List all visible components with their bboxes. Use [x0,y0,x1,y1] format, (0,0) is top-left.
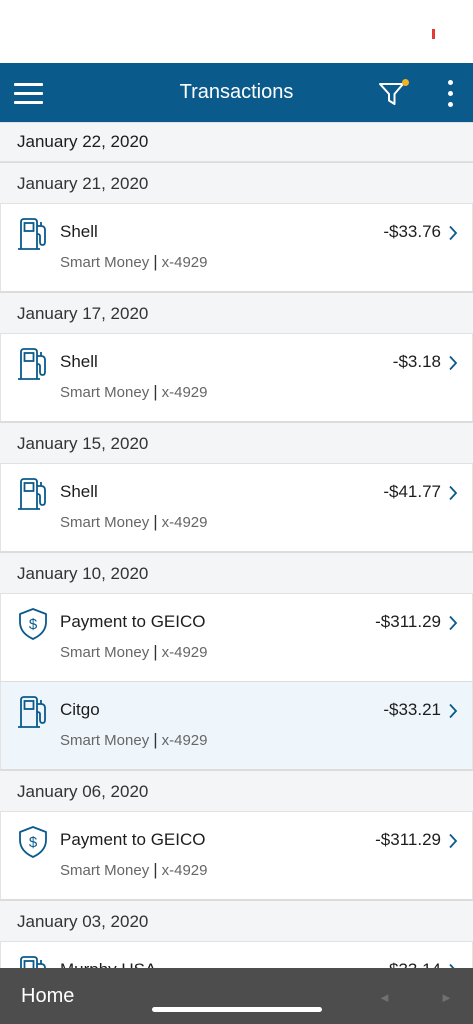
shield-dollar-icon: $ [17,825,49,859]
svg-text:$: $ [29,834,38,851]
account-name: Smart Money [60,862,150,879]
app-bar: Transactions [0,63,473,122]
status-bar [0,0,473,63]
bottom-nav-bar: Home ◄ ► [0,968,473,1024]
chevron-right-icon[interactable] [448,485,458,501]
account-info: Smart Money | x-4929 [60,642,208,662]
separator: | [153,860,158,879]
nav-back-icon[interactable]: ◄ [378,990,391,1005]
transaction-row[interactable]: Citgo Smart Money | x-4929 -$33.21 [0,682,473,770]
transaction-amount: -$311.29 [375,612,441,631]
chevron-right-icon[interactable] [448,833,458,849]
transaction-amount: -$33.76 [383,222,441,241]
account-info: Smart Money | x-4929 [60,860,208,880]
chevron-right-icon[interactable] [448,355,458,371]
transaction-row[interactable]: Murphy USASmart Money|x-4929-$33.14 [0,942,473,968]
card-number: x-4929 [161,862,208,879]
transaction-amount: -$311.29 [375,830,441,849]
merchant-name: Payment to GEICO [60,830,206,849]
separator: | [153,382,158,401]
current-date-header: January 22, 2020 [0,122,473,162]
account-info: Smart Money | x-4929 [60,730,208,750]
account-info: Smart Money | x-4929 [60,382,208,402]
fuel-pump-icon [17,477,49,511]
date-header: January 03, 2020 [0,900,473,942]
date-header: January 15, 2020 [0,422,473,464]
separator: | [153,642,158,661]
home-indicator[interactable] [152,1007,322,1012]
merchant-name: Shell [60,222,98,241]
separator: | [153,512,158,531]
separator: | [153,252,158,271]
recording-indicator [432,29,435,39]
fuel-pump-icon [17,695,49,729]
account-name: Smart Money [60,254,150,271]
card-number: x-4929 [161,732,208,749]
svg-text:$: $ [29,616,38,633]
transaction-row[interactable]: Shell Smart Money | x-4929 -$41.77 [0,464,473,552]
account-name: Smart Money [60,514,150,531]
merchant-name: Payment to GEICO [60,612,206,631]
merchant-name: Citgo [60,700,100,719]
transaction-row[interactable]: Shell Smart Money | x-4929 -$3.18 [0,334,473,422]
account-info: Smart Money | x-4929 [60,512,208,532]
fuel-pump-icon [17,955,49,968]
card-number: x-4929 [161,514,208,531]
filter-button[interactable] [376,78,409,110]
transaction-list[interactable]: January 22, 2020 January 21, 2020 Shell Sm… [0,122,473,968]
transaction-amount: -$41.77 [383,482,441,501]
separator: | [153,730,158,749]
account-info: Smart Money | x-4929 [60,252,208,272]
merchant-name: Shell [60,352,98,371]
merchant-name: Murphy USA [60,960,156,968]
more-options-icon[interactable] [440,80,460,108]
date-header: January 17, 2020 [0,292,473,334]
merchant-name: Shell [60,482,98,501]
account-name: Smart Money [60,384,150,401]
chevron-right-icon[interactable] [448,703,458,719]
transaction-row[interactable]: Shell Smart Money | x-4929 -$33.76 [0,204,473,292]
account-name: Smart Money [60,732,150,749]
filter-active-badge [402,79,409,86]
card-number: x-4929 [161,644,208,661]
chevron-right-icon[interactable] [448,615,458,631]
chevron-right-icon[interactable] [448,225,458,241]
date-header: January 21, 2020 [0,162,473,204]
nav-forward-icon[interactable]: ► [440,990,453,1005]
card-number: x-4929 [161,384,208,401]
transaction-amount: -$33.21 [383,700,441,719]
transaction-amount: -$33.14 [383,960,441,968]
shield-dollar-icon: $ [17,607,49,641]
transaction-amount: -$3.18 [392,352,441,371]
transaction-row[interactable]: $ Payment to GEICO Smart Money | x-4929 -$311… [0,594,473,682]
date-header: January 10, 2020 [0,552,473,594]
card-number: x-4929 [161,254,208,271]
home-label[interactable]: Home [21,985,74,1008]
date-header: January 06, 2020 [0,770,473,812]
fuel-pump-icon [17,217,49,251]
account-name: Smart Money [60,644,150,661]
transaction-row[interactable]: $ Payment to GEICO Smart Money | x-4929 -$311… [0,812,473,900]
fuel-pump-icon [17,347,49,381]
